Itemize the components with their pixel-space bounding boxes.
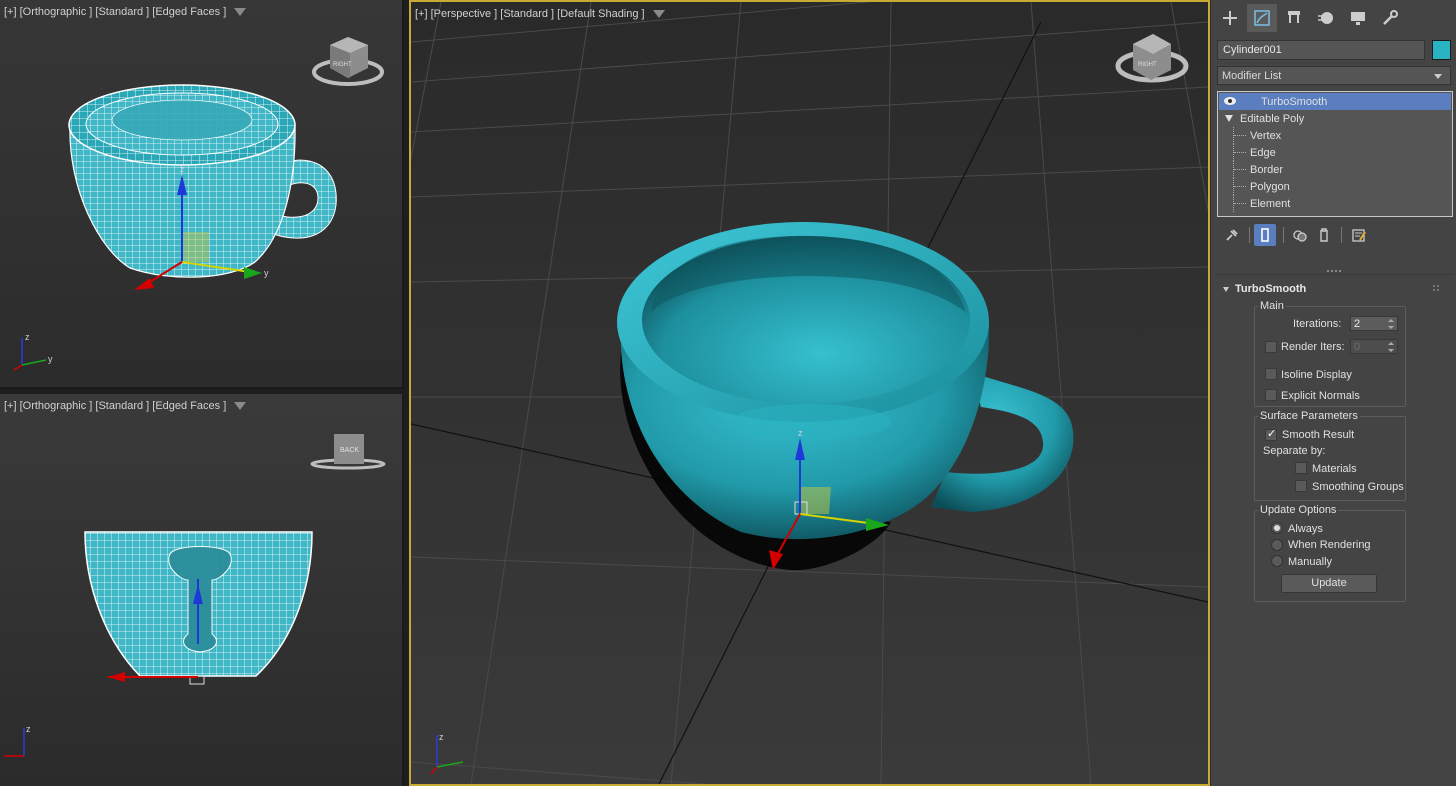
remove-modifier-icon[interactable]	[1313, 224, 1335, 246]
viewport-orthographic-back[interactable]: BACK z [+] [Orthographic ] [Standard ] […	[0, 394, 404, 786]
motion-icon[interactable]	[1311, 4, 1341, 32]
stack-toolbar	[1221, 224, 1451, 246]
object-name-field[interactable]: Cylinder001	[1217, 40, 1425, 60]
configure-modifier-sets-icon[interactable]	[1348, 224, 1370, 246]
modifier-list-dropdown[interactable]: Modifier List	[1217, 66, 1451, 85]
stack-item-editable-poly[interactable]: Editable Poly	[1219, 110, 1451, 127]
cup-wireframe-view: z y RIGHT z y	[13, 37, 384, 371]
smooth-result-checkbox[interactable]	[1265, 427, 1277, 441]
stack-subobject-polygon[interactable]: Polygon	[1219, 178, 1451, 195]
render-iters-checkbox[interactable]	[1265, 341, 1277, 353]
display-icon[interactable]	[1343, 4, 1373, 32]
iterations-spinner[interactable]: 2	[1350, 316, 1398, 331]
hierarchy-icon[interactable]	[1279, 4, 1309, 32]
modifier-stack[interactable]: TurboSmooth Editable Poly Vertex Edge Bo…	[1217, 91, 1453, 217]
svg-text:RIGHT: RIGHT	[333, 62, 352, 68]
viewcube[interactable]: RIGHT	[1115, 34, 1189, 83]
explicit-normals-checkbox[interactable]	[1265, 389, 1277, 401]
viewport-perspective[interactable]: z RIGHT z [+] [Perspective ] [Standard ]…	[409, 0, 1210, 786]
update-button[interactable]: Update	[1281, 574, 1377, 593]
eye-icon[interactable]	[1223, 96, 1237, 106]
command-panel: Cylinder001 Modifier List TurboSmooth Ed…	[1210, 0, 1456, 786]
modify-icon[interactable]	[1247, 4, 1277, 32]
always-radio[interactable]	[1271, 522, 1283, 534]
utilities-icon[interactable]	[1375, 4, 1405, 32]
update-options-group: Update Options Always When Rendering Man…	[1254, 504, 1406, 602]
surface-parameters-group: Surface Parameters Smooth Result Separat…	[1254, 410, 1406, 501]
svg-text:y: y	[48, 354, 53, 364]
viewport-label[interactable]: [+] [Orthographic ] [Standard ] [Edged F…	[4, 400, 247, 412]
stack-subobject-edge[interactable]: Edge	[1219, 144, 1451, 161]
cup-wireframe-back-view: BACK z	[4, 434, 386, 757]
stack-subobject-vertex[interactable]: Vertex	[1219, 127, 1451, 144]
isoline-display-checkbox[interactable]	[1265, 368, 1277, 380]
viewport-orthographic-top[interactable]: z y RIGHT z y [+] [Orthographic ] [Stand…	[0, 0, 404, 389]
svg-text:z: z	[25, 332, 30, 342]
collapse-triangle-icon	[1223, 286, 1229, 292]
materials-checkbox[interactable]	[1295, 462, 1307, 474]
create-icon[interactable]	[1215, 4, 1245, 32]
viewcube[interactable]: RIGHT	[312, 37, 384, 86]
main-group: Main Iterations: 2 Render Iters: 0 Isoli…	[1254, 300, 1406, 407]
panel-divider-grip[interactable]	[1327, 270, 1341, 272]
filter-icon[interactable]	[234, 402, 247, 411]
command-panel-tabs	[1215, 4, 1453, 34]
cup-shaded-view: z RIGHT z	[411, 2, 1208, 784]
stack-subobject-element[interactable]: Element	[1219, 195, 1451, 212]
viewport-label[interactable]: [+] [Perspective ] [Standard ] [Default …	[415, 8, 665, 20]
smoothing-groups-checkbox[interactable]	[1295, 480, 1307, 492]
modifier-list-label: Modifier List	[1222, 70, 1282, 82]
svg-text:y: y	[264, 268, 269, 278]
svg-text:z: z	[180, 164, 185, 174]
turbosmooth-rollout-header[interactable]: TurboSmooth	[1223, 283, 1306, 295]
render-iters-spinner[interactable]: 0	[1350, 339, 1398, 354]
viewcube[interactable]: BACK	[310, 434, 386, 470]
pin-stack-icon[interactable]	[1221, 224, 1243, 246]
rollout-grip-icon[interactable]	[1433, 285, 1439, 291]
show-end-result-icon[interactable]	[1254, 224, 1276, 246]
stack-item-turbosmooth[interactable]: TurboSmooth	[1219, 93, 1451, 110]
filter-icon[interactable]	[234, 8, 247, 17]
chevron-down-icon	[1434, 74, 1442, 79]
viewport-label[interactable]: [+] [Orthographic ] [Standard ] [Edged F…	[4, 6, 247, 18]
manually-radio[interactable]	[1271, 555, 1283, 567]
expand-triangle-icon[interactable]	[1225, 115, 1233, 122]
when-rendering-radio[interactable]	[1271, 539, 1283, 551]
svg-text:RIGHT: RIGHT	[1138, 62, 1157, 68]
make-unique-icon[interactable]	[1289, 224, 1311, 246]
stack-subobject-border[interactable]: Border	[1219, 161, 1451, 178]
filter-icon[interactable]	[652, 10, 665, 19]
svg-text:z: z	[439, 732, 444, 742]
object-color-swatch[interactable]	[1432, 40, 1451, 60]
svg-text:z: z	[798, 428, 803, 438]
svg-text:z: z	[26, 724, 31, 734]
svg-text:BACK: BACK	[340, 447, 359, 454]
